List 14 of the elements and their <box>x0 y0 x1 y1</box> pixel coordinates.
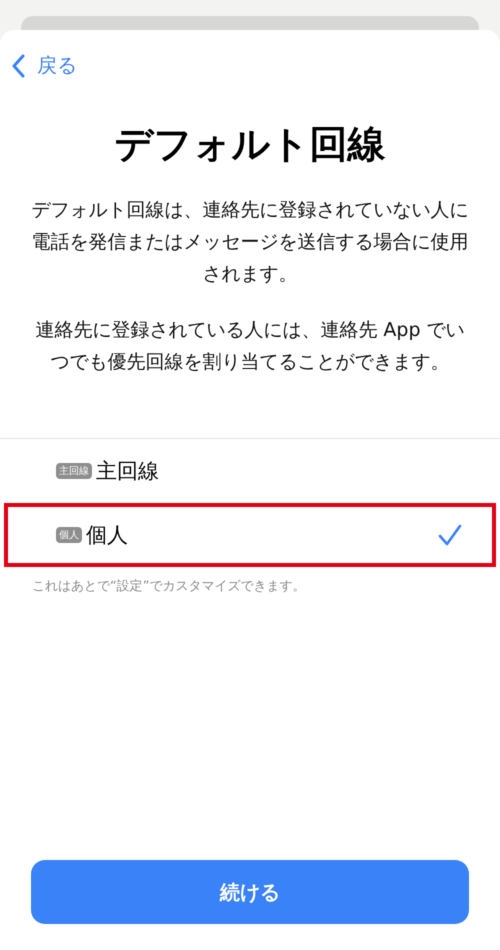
line-option[interactable]: 個人 個人 <box>4 503 496 567</box>
line-badge: 主回線 <box>56 463 92 479</box>
line-label: 個人 <box>86 522 128 549</box>
checkmark-icon <box>438 523 462 547</box>
description-text: 連絡先に登録されている人には、連絡先 App でいつでも優先回線を割り当てることができます。 <box>34 318 466 375</box>
line-label: 主回線 <box>96 458 159 485</box>
back-button[interactable]: 戻る <box>11 52 77 79</box>
page-title: デフォルト回線 <box>114 121 386 168</box>
line-badge: 個人 <box>56 527 82 543</box>
chevron-left-icon <box>11 54 25 78</box>
line-option[interactable]: 主回線 主回線 <box>4 439 496 503</box>
footnote-text: これはあとで“設定”でカスタマイズできます。 <box>32 578 306 595</box>
description-text: デフォルト回線は、連絡先に登録されていない人に電話を発信またはメッセージを送信する場合に使用されます。 <box>30 198 470 287</box>
continue-button[interactable]: 続ける <box>31 860 469 924</box>
